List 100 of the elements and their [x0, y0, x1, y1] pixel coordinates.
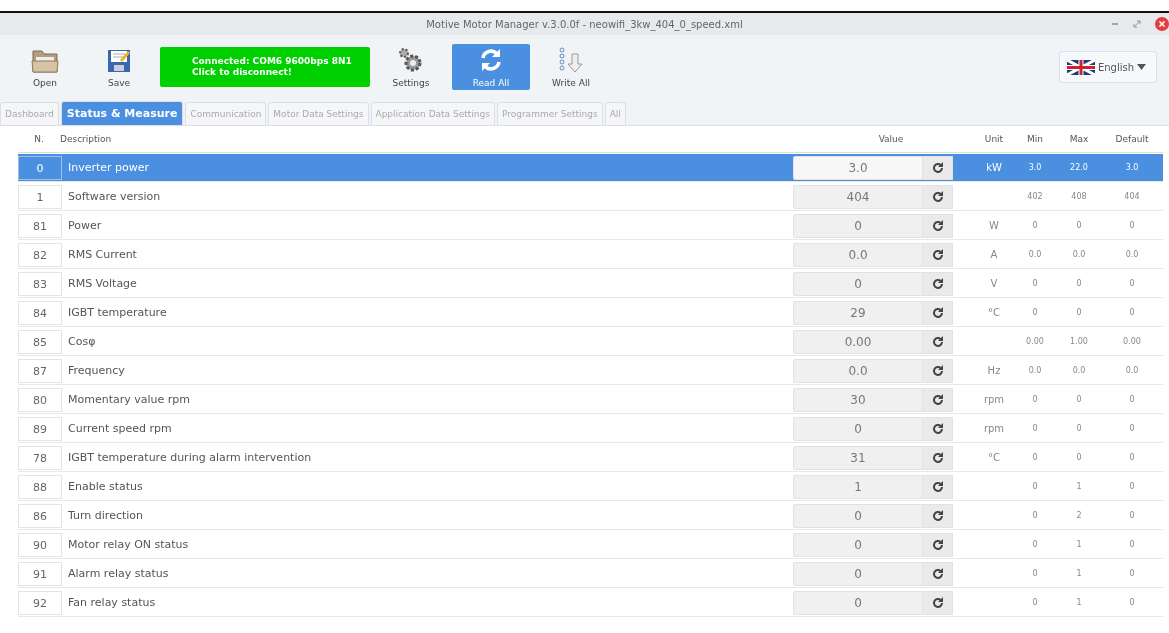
value-field[interactable]: 0.0 [793, 242, 923, 267]
language-dropdown[interactable]: English [1058, 51, 1157, 83]
parameter-description: Cosφ [67, 335, 97, 348]
default-cell-text: 0 [1128, 540, 1136, 549]
value-field[interactable]: 404 [793, 184, 923, 209]
parameter-description: Fan relay status [67, 596, 157, 609]
tab[interactable]: Programmer Settings [496, 102, 603, 125]
value-field[interactable]: 30 [793, 387, 923, 412]
value-field[interactable]: 29 [793, 300, 923, 325]
refresh-button[interactable] [923, 503, 953, 528]
max-cell-text: 0 [1075, 395, 1083, 404]
table-row[interactable]: 88 Enable status 1 0 1 0 [18, 473, 1163, 501]
min-cell-text: 0.00 [1025, 337, 1045, 346]
min-cell-text: 0 [1031, 424, 1039, 433]
max-cell-text: 1 [1075, 598, 1083, 607]
value-field[interactable]: 31 [793, 445, 923, 470]
refresh-icon [931, 161, 944, 174]
parameter-number: 81 [18, 213, 62, 238]
refresh-button[interactable] [923, 358, 953, 383]
parameter-number: 87 [18, 358, 62, 383]
settings-button[interactable]: Settings [378, 44, 444, 90]
table-row[interactable]: 89 Current speed rpm 0 rpm 0 0 0 [18, 415, 1163, 443]
table-row[interactable]: 90 Motor relay ON status 0 0 1 0 [18, 531, 1163, 559]
default-cell-text: 0 [1128, 511, 1136, 520]
save-button[interactable]: Save [86, 44, 152, 90]
tab[interactable]: Status & Measure [60, 101, 184, 125]
refresh-button[interactable] [923, 474, 953, 499]
table-row[interactable]: 80 Momentary value rpm 30 rpm 0 0 0 [18, 386, 1163, 414]
value-field[interactable]: 0 [793, 532, 923, 557]
close-icon[interactable] [1155, 17, 1169, 31]
parameter-description: Enable status [67, 480, 144, 493]
unit-cell-text: V [989, 278, 999, 289]
table-row[interactable]: 1 Software version 404 402 408 404 [18, 183, 1163, 211]
tab[interactable]: All [604, 102, 626, 125]
table-row[interactable]: 84 IGBT temperature 29 °C 0 0 0 [18, 299, 1163, 327]
min-cell-text: 0 [1031, 221, 1039, 230]
read-all-button[interactable]: Read All [452, 44, 530, 90]
table-row[interactable]: 92 Fan relay status 0 0 1 0 [18, 589, 1163, 617]
refresh-button[interactable] [923, 416, 953, 441]
refresh-button[interactable] [923, 271, 953, 296]
refresh-button[interactable] [923, 184, 953, 209]
table-row[interactable]: 82 RMS Current 0.0 A 0.0 0.0 0.0 [18, 241, 1163, 269]
refresh-button[interactable] [923, 532, 953, 557]
value-field[interactable]: 0 [793, 213, 923, 238]
parameter-number: 78 [18, 445, 62, 470]
refresh-button[interactable] [923, 329, 953, 354]
refresh-button[interactable] [923, 387, 953, 412]
min-cell-text: 0 [1031, 308, 1039, 317]
max-cell-text: 1.00 [1069, 337, 1089, 346]
tab[interactable]: Communication [185, 102, 267, 125]
value-field[interactable]: 0.0 [793, 358, 923, 383]
refresh-button[interactable] [923, 590, 953, 615]
table-row[interactable]: 91 Alarm relay status 0 0 1 0 [18, 560, 1163, 588]
value-field[interactable]: 0 [793, 503, 923, 528]
value-field[interactable]: 0.00 [793, 329, 923, 354]
column-header: Max [1068, 134, 1090, 144]
table-row[interactable]: 86 Turn direction 0 0 2 0 [18, 502, 1163, 530]
value-field[interactable]: 0 [793, 561, 923, 586]
refresh-icon [931, 480, 944, 493]
write-all-button[interactable]: Write All [538, 44, 604, 90]
table-row[interactable]: 81 Power 0 W 0 0 0 [18, 212, 1163, 240]
table-row[interactable]: 87 Frequency 0.0 Hz 0.0 0.0 0.0 [18, 357, 1163, 385]
parameter-number: 84 [18, 300, 62, 325]
parameter-number: 88 [18, 474, 62, 499]
refresh-button[interactable] [923, 300, 953, 325]
value-field[interactable]: 1 [793, 474, 923, 499]
max-cell-text: 0 [1075, 453, 1083, 462]
value-field[interactable]: 0 [793, 271, 923, 296]
refresh-icon [931, 277, 944, 290]
list-download-icon [558, 46, 584, 74]
table-row[interactable]: 0 Inverter power 3.0 kW 3.0 22.0 3.0 [18, 154, 1163, 182]
refresh-button[interactable] [923, 213, 953, 238]
column-header: Description [60, 134, 113, 144]
open-button[interactable]: Open [12, 44, 78, 90]
column-header: N. [33, 134, 45, 144]
default-cell-text: 3.0 [1124, 163, 1140, 172]
value-field[interactable]: 3.0 [793, 155, 923, 180]
value-field[interactable]: 0 [793, 416, 923, 441]
tab[interactable]: Dashboard [0, 102, 59, 125]
refresh-button[interactable] [923, 242, 953, 267]
min-cell-text: 0.0 [1027, 250, 1043, 259]
tab[interactable]: Motor Data Settings [268, 102, 369, 125]
value-field[interactable]: 0 [793, 590, 923, 615]
table-row[interactable]: 78 IGBT temperature during alarm intervention 31 °C 0 0 0 [18, 444, 1163, 472]
default-cell-text: 0 [1128, 279, 1136, 288]
default-cell-text: 0.0 [1124, 366, 1140, 375]
parameter-description: IGBT temperature during alarm intervention [67, 451, 313, 464]
refresh-button[interactable] [923, 561, 953, 586]
table-row[interactable]: 83 RMS Voltage 0 V 0 0 0 [18, 270, 1163, 298]
refresh-icon [931, 306, 944, 319]
min-cell-text: 0 [1031, 395, 1039, 404]
default-cell-text: 0 [1128, 482, 1136, 491]
max-cell-text: 0 [1075, 221, 1083, 230]
max-cell-text: 1 [1075, 569, 1083, 578]
parameter-description: Current speed rpm [67, 422, 173, 435]
tab[interactable]: Application Data Settings [370, 102, 495, 125]
table-row[interactable]: 85 Cosφ 0.00 0.00 1.00 0.00 [18, 328, 1163, 356]
default-cell-text: 0.00 [1122, 337, 1142, 346]
refresh-button[interactable] [923, 445, 953, 470]
refresh-button[interactable] [923, 155, 953, 180]
